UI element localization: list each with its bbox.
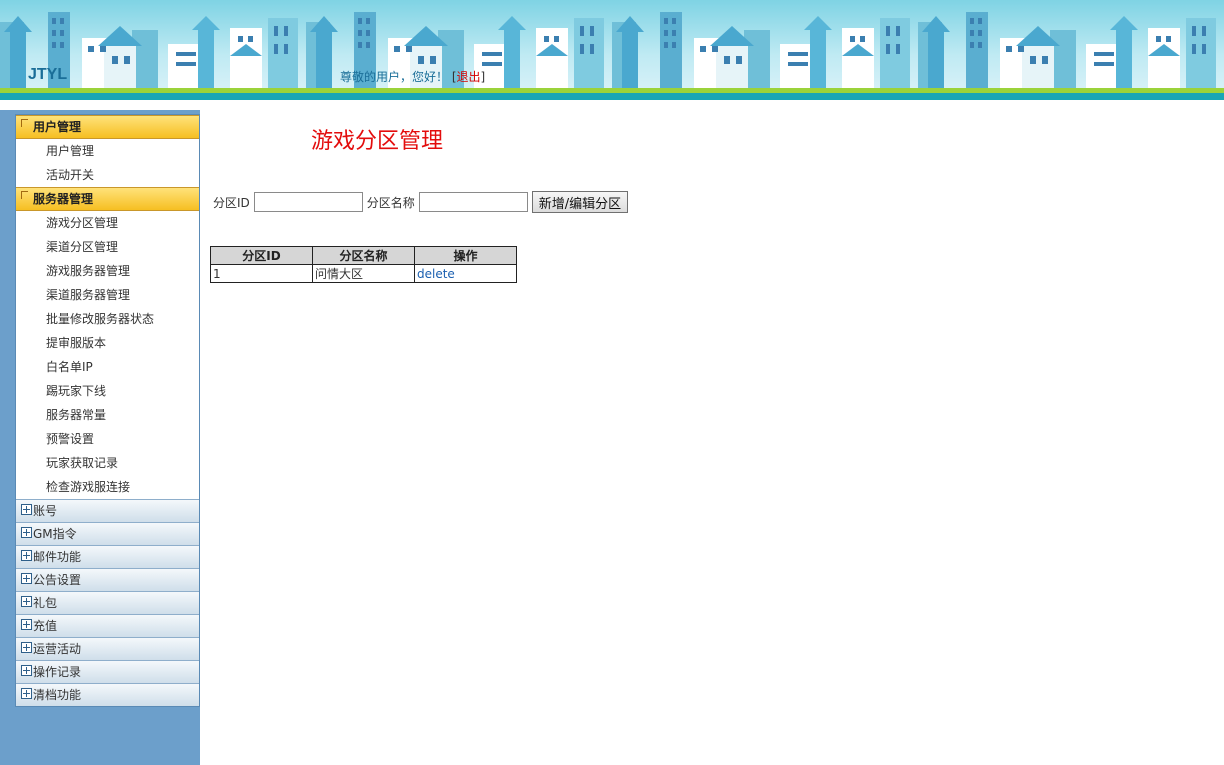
expand-plus-icon [21,688,32,699]
menu-group-user[interactable]: 用户管理 [16,115,199,139]
menu-group-announcement[interactable]: 公告设置 [16,568,199,591]
menu-group-label: 清档功能 [33,688,82,702]
menu-group-label: GM指令 [33,527,77,541]
expand-plus-icon [21,550,32,561]
bracket-close: ] [480,70,486,84]
expand-plus-icon [21,573,32,584]
menu-group-label: 充值 [33,619,58,633]
menu-item-review-version[interactable]: 提审服版本 [16,331,199,355]
app-logo: JTYL [28,66,68,83]
cell-zone-name: 问情大区 [312,264,415,283]
menu-group-gm-commands[interactable]: GM指令 [16,522,199,545]
add-edit-zone-button[interactable]: 新增/编辑分区 [531,191,629,213]
menu-group-operations[interactable]: 运营活动 [16,637,199,660]
menu-group-label: 礼包 [33,596,58,610]
menu-item-check-connection[interactable]: 检查游戏服连接 [16,475,199,499]
menu-group-label: 邮件功能 [33,550,82,564]
zone-form: 分区ID 分区名称 新增/编辑分区 [213,191,629,213]
logout-link[interactable]: 退出 [457,70,481,84]
menu-item-player-records[interactable]: 玩家获取记录 [16,451,199,475]
menu-item-game-zone[interactable]: 游戏分区管理 [16,211,199,235]
zone-id-input[interactable] [253,192,363,212]
menu-group-label: 运营活动 [33,642,82,656]
menu-group-server[interactable]: 服务器管理 [16,187,199,211]
table-row: 1 问情大区 delete [210,264,517,283]
expand-plus-icon [21,527,32,538]
expand-plus-icon [21,642,32,653]
menu-group-gift[interactable]: 礼包 [16,591,199,614]
menu-group-label: 操作记录 [33,665,82,679]
greeting-text: 尊敬的用户，您好！ [340,70,449,84]
expand-plus-icon [21,504,32,515]
header-stripe-teal [0,93,1224,100]
menu-group-label: 用户管理 [33,120,82,134]
page-title: 游戏分区管理 [311,129,444,154]
menu-item-alert-settings[interactable]: 预警设置 [16,427,199,451]
cell-action: delete [414,264,517,283]
menu-item-channel-zone[interactable]: 渠道分区管理 [16,235,199,259]
menu-group-clear-data[interactable]: 清档功能 [16,683,199,706]
menu-group-mail[interactable]: 邮件功能 [16,545,199,568]
zone-name-input[interactable] [418,192,528,212]
header-banner: JTYL 尊敬的用户，您好！ [退出] [0,0,1224,100]
sidebar: 用户管理 用户管理 活动开关 服务器管理 游戏分区管理 渠道分区管理 游戏服务器… [0,110,200,765]
menu-group-recharge[interactable]: 充值 [16,614,199,637]
column-header-action: 操作 [414,246,517,265]
user-greeting: 尊敬的用户，您好！ [退出] [340,68,485,85]
delete-link[interactable]: delete [417,267,455,281]
menu-group-account[interactable]: 账号 [16,499,199,522]
city-skyline-illustration [0,12,1216,88]
column-header-zone-name: 分区名称 [312,246,415,265]
menu-group-operation-log[interactable]: 操作记录 [16,660,199,683]
menu-item-game-server[interactable]: 游戏服务器管理 [16,259,199,283]
expand-plus-icon [21,665,32,676]
cell-zone-id: 1 [210,264,313,283]
menu-group-label: 服务器管理 [33,192,94,206]
zone-table: 分区ID 分区名称 操作 1 问情大区 delete [210,246,517,283]
menu-item-whitelist-ip[interactable]: 白名单IP [16,355,199,379]
table-header-row: 分区ID 分区名称 操作 [210,246,517,265]
flag-icon [21,119,28,127]
menu-item-user-manage[interactable]: 用户管理 [16,139,199,163]
menu-item-channel-server[interactable]: 渠道服务器管理 [16,283,199,307]
flag-icon [21,191,28,199]
menu-item-server-constants[interactable]: 服务器常量 [16,403,199,427]
menu-item-batch-status[interactable]: 批量修改服务器状态 [16,307,199,331]
menu-group-label: 公告设置 [33,573,82,587]
menu-item-kick-player[interactable]: 踢玩家下线 [16,379,199,403]
expand-plus-icon [21,619,32,630]
zone-name-label: 分区名称 [366,195,415,210]
menu-group-label: 账号 [33,504,58,518]
zone-id-label: 分区ID [213,195,250,210]
sidebar-menu: 用户管理 用户管理 活动开关 服务器管理 游戏分区管理 渠道分区管理 游戏服务器… [15,114,200,707]
menu-item-activity-switch[interactable]: 活动开关 [16,163,199,187]
expand-plus-icon [21,596,32,607]
column-header-zone-id: 分区ID [210,246,313,265]
